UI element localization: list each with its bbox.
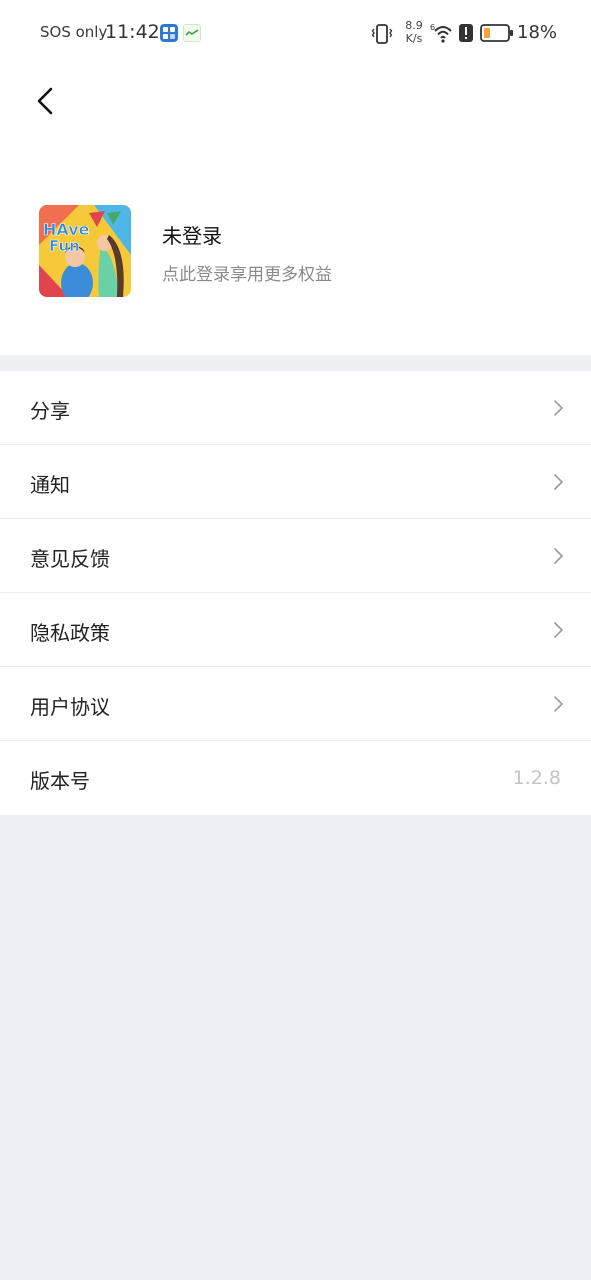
row-label: 隐私政策 bbox=[30, 621, 110, 645]
version-label: 版本号 bbox=[30, 769, 90, 793]
chevron-right-icon bbox=[554, 548, 564, 564]
chevron-right-icon bbox=[554, 622, 564, 638]
svg-text:Fun: Fun bbox=[49, 237, 80, 255]
app-notification-icon bbox=[160, 24, 178, 42]
battery-icon bbox=[480, 23, 514, 47]
carrier-text: SOS only bbox=[40, 23, 108, 41]
chevron-right-icon bbox=[554, 400, 564, 416]
feedback-row[interactable]: 意见反馈 bbox=[0, 519, 591, 593]
row-label: 意见反馈 bbox=[30, 547, 110, 571]
vibrate-icon bbox=[371, 23, 393, 49]
alert-icon bbox=[459, 24, 473, 46]
chevron-left-icon bbox=[37, 87, 53, 115]
battery-percent: 18% bbox=[517, 22, 558, 43]
version-row: 版本号 1.2.8 bbox=[0, 741, 591, 815]
avatar[interactable]: HAve Fun bbox=[39, 205, 131, 297]
login-subtitle[interactable]: 点此登录享用更多权益 bbox=[162, 260, 332, 285]
share-row[interactable]: 分享 bbox=[0, 371, 591, 445]
notification-row[interactable]: 通知 bbox=[0, 445, 591, 519]
chevron-right-icon bbox=[554, 474, 564, 490]
status-bar: SOS only 11:42 8.9 K/s 6 18% bbox=[0, 0, 591, 66]
settings-list: 分享 通知 意见反馈 隐私政策 用户协议 版本号 1.2.8 bbox=[0, 371, 591, 815]
chevron-right-icon bbox=[554, 696, 564, 712]
back-button[interactable] bbox=[28, 82, 66, 120]
settings-page: SOS only 11:42 8.9 K/s 6 18% HAve Fun 未登… bbox=[0, 0, 591, 1280]
app-notification-icon-2 bbox=[183, 24, 201, 42]
row-label: 分享 bbox=[30, 399, 70, 423]
clock: 11:42 bbox=[105, 21, 160, 43]
row-label: 用户协议 bbox=[30, 695, 110, 719]
wifi-icon: 6 bbox=[430, 22, 456, 48]
privacy-policy-row[interactable]: 隐私政策 bbox=[0, 593, 591, 667]
svg-text:6: 6 bbox=[430, 23, 435, 32]
version-value: 1.2.8 bbox=[512, 767, 561, 789]
network-speed-value: 8.9 bbox=[405, 19, 423, 32]
user-agreement-row[interactable]: 用户协议 bbox=[0, 667, 591, 741]
network-speed-unit: K/s bbox=[405, 32, 423, 45]
row-label: 通知 bbox=[30, 473, 70, 497]
network-speed: 8.9 K/s bbox=[402, 19, 426, 45]
login-title[interactable]: 未登录 bbox=[162, 220, 222, 249]
